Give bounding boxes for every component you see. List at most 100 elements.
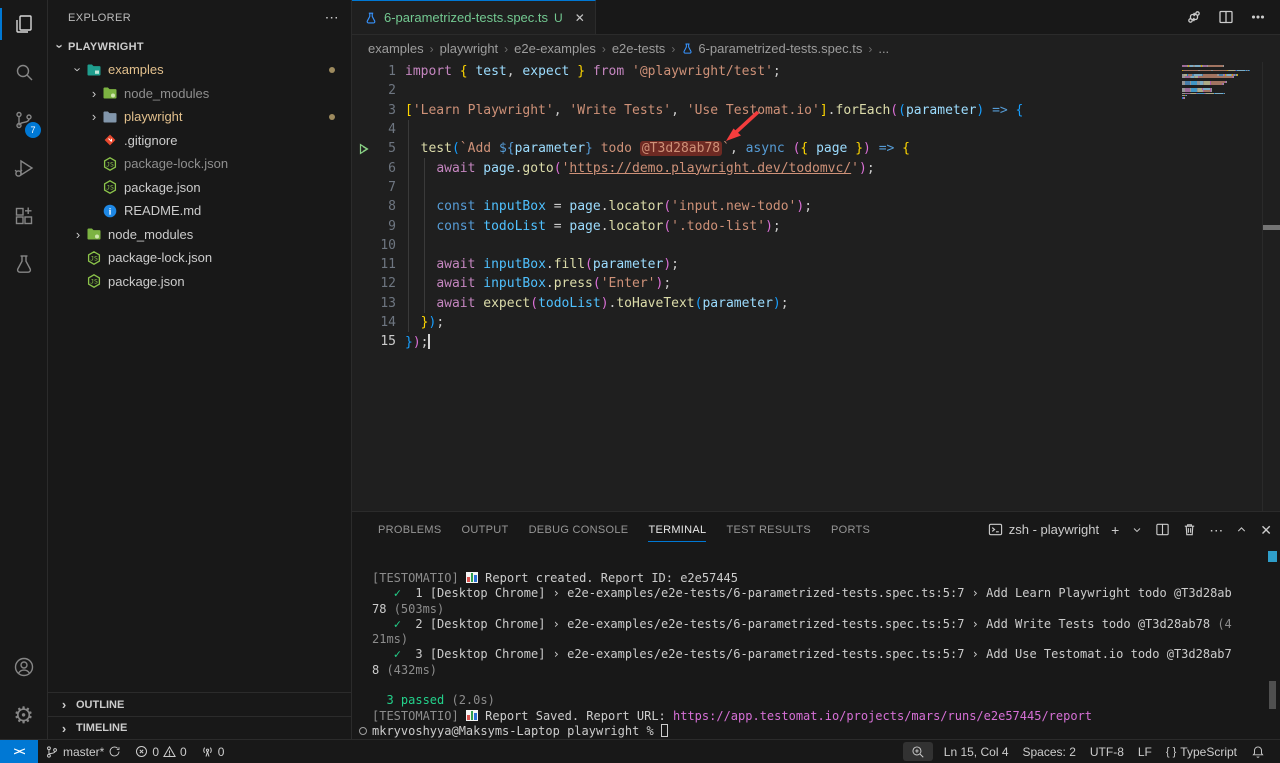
tree-item-package-json[interactable]: ›JSpackage.json [48, 176, 351, 200]
kill-terminal-icon[interactable] [1182, 522, 1197, 537]
testing-icon[interactable] [0, 240, 47, 288]
indentation-item[interactable]: Spaces: 2 [1016, 740, 1083, 763]
search-icon[interactable] [0, 48, 47, 96]
tree-item-package-json[interactable]: ›JSpackage.json [48, 270, 351, 294]
settings-gear-icon[interactable]: ⚙ [0, 691, 47, 739]
code-line-5[interactable]: 5 test(`Add ${parameter} todo @T3d28ab78… [352, 139, 1280, 158]
encoding-item[interactable]: UTF-8 [1083, 740, 1131, 763]
zoom-indicator[interactable] [903, 742, 933, 761]
maximize-panel-icon[interactable] [1235, 523, 1248, 536]
code-text: const todoList = page.locator('.todo-lis… [396, 219, 781, 234]
code-editor[interactable]: 1import { test, expect } from '@playwrig… [352, 62, 1280, 511]
breadcrumb-more[interactable]: ... [878, 41, 889, 56]
code-line-11[interactable]: 11 await inputBox.fill(parameter); [352, 255, 1280, 274]
problems-item[interactable]: 0 0 [128, 740, 193, 763]
terminal-line: ✓ 2 [Desktop Chrome] › e2e-examples/e2e-… [372, 617, 1280, 632]
language-item[interactable]: { } TypeScript [1159, 740, 1244, 763]
editor-column: 6-parametrized-tests.spec.ts U ✕ example… [352, 0, 1280, 739]
run-debug-icon[interactable] [0, 144, 47, 192]
more-actions-icon[interactable] [1250, 9, 1266, 25]
panel-tab-test-results[interactable]: TEST RESULTS [716, 512, 821, 547]
sidebar-title: EXPLORER [68, 12, 131, 24]
code-line-14[interactable]: 14 }); [352, 313, 1280, 332]
panel-tab-output[interactable]: OUTPUT [452, 512, 519, 547]
code-line-15[interactable]: 15}); [352, 332, 1280, 351]
ports-item[interactable]: 0 [194, 740, 232, 763]
terminal-title[interactable]: zsh - playwright [988, 522, 1099, 537]
breadcrumb-e2e-examples[interactable]: e2e-examples [514, 41, 596, 56]
line-number: 9 [352, 219, 396, 234]
breadcrumb-examples[interactable]: examples [368, 41, 424, 56]
minimap[interactable] [1182, 65, 1260, 99]
terminal-output[interactable]: [TESTOMATIO] Report created. Report ID: … [352, 547, 1280, 739]
code-line-10[interactable]: 10 [352, 236, 1280, 255]
breadcrumb-playwright[interactable]: playwright [440, 41, 499, 56]
code-line-2[interactable]: 2 [352, 81, 1280, 100]
breadcrumb: examples›playwright›e2e-examples›e2e-tes… [352, 35, 1280, 62]
tree-item-node-modules[interactable]: ›node_modules [48, 82, 351, 106]
code-line-13[interactable]: 13 await expect(todoList).toHaveText(par… [352, 294, 1280, 313]
breadcrumb-e2e-tests[interactable]: e2e-tests [612, 41, 665, 56]
new-terminal-icon[interactable]: + [1111, 523, 1119, 537]
readme-icon: i [102, 203, 118, 219]
command-decoration-circle[interactable] [359, 727, 367, 735]
breadcrumb-separator: › [671, 42, 675, 56]
panel-tab-problems[interactable]: PROBLEMS [368, 512, 452, 547]
tab-6-parametrized-tests[interactable]: 6-parametrized-tests.spec.ts U ✕ [352, 0, 596, 34]
cursor-position-item[interactable]: Ln 15, Col 4 [937, 740, 1016, 763]
tree-item-label: package.json [108, 274, 185, 289]
tree-item-package-lock-json[interactable]: ›JSpackage-lock.json [48, 246, 351, 270]
close-tab-icon[interactable]: ✕ [575, 11, 585, 25]
indent-guide [408, 274, 409, 293]
split-terminal-icon[interactable] [1155, 522, 1170, 537]
tree-item-node-modules[interactable]: ›node_modules [48, 223, 351, 247]
close-panel-icon[interactable]: ✕ [1260, 523, 1272, 537]
tab-label: 6-parametrized-tests.spec.ts [384, 10, 548, 25]
code-line-3[interactable]: 3['Learn Playwright', 'Write Tests', 'Us… [352, 101, 1280, 120]
tree-item-readme-md[interactable]: ›iREADME.md [48, 199, 351, 223]
code-line-4[interactable]: 4 [352, 120, 1280, 139]
timeline-section[interactable]: › TIMELINE [48, 716, 351, 739]
code-line-9[interactable]: 9 const todoList = page.locator('.todo-l… [352, 216, 1280, 235]
indent-guide [408, 139, 409, 158]
terminal-dropdown-chevron-icon[interactable] [1131, 524, 1143, 536]
code-line-7[interactable]: 7 [352, 178, 1280, 197]
url-link[interactable]: https://demo.playwright.dev/todomvc/ [569, 161, 851, 176]
explorer-icon[interactable] [0, 0, 47, 48]
tree-item-examples[interactable]: ›examples [48, 58, 351, 82]
panel-tab-terminal[interactable]: TERMINAL [638, 512, 716, 547]
panel-tab-ports[interactable]: PORTS [821, 512, 880, 547]
branch-item[interactable]: master* [38, 740, 128, 763]
tree-item-package-lock-json[interactable]: ›JSpackage-lock.json [48, 152, 351, 176]
sidebar-more-icon[interactable]: ⋯ [325, 9, 339, 26]
split-editor-icon[interactable] [1218, 9, 1234, 25]
code-line-6[interactable]: 6 await page.goto('https://demo.playwrig… [352, 158, 1280, 177]
git-status-badge: U [554, 11, 563, 25]
open-changes-icon[interactable] [1186, 9, 1202, 25]
account-icon[interactable] [0, 643, 47, 691]
eol-item[interactable]: LF [1131, 740, 1159, 763]
chevron-right-icon: › [86, 86, 102, 101]
terminal-scrollbar[interactable] [1268, 549, 1277, 737]
terminal-scroll-thumb[interactable] [1269, 681, 1276, 709]
tree-item-playwright[interactable]: ›playwright [48, 105, 351, 129]
sync-icon [108, 745, 121, 758]
extensions-icon[interactable] [0, 192, 47, 240]
tree-item--gitignore[interactable]: ›.gitignore [48, 129, 351, 153]
report-url-link[interactable]: https://app.testomat.io/projects/mars/ru… [673, 709, 1092, 723]
section-playwright[interactable]: › PLAYWRIGHT [48, 35, 351, 58]
editor-scrollbar[interactable] [1262, 62, 1280, 511]
code-line-8[interactable]: 8 const inputBox = page.locator('input.n… [352, 197, 1280, 216]
line-number: 10 [352, 238, 396, 253]
source-control-icon[interactable]: 7 [0, 96, 47, 144]
notifications-item[interactable] [1244, 740, 1272, 763]
remote-indicator[interactable]: >< [0, 740, 38, 763]
panel-tab-debug-console[interactable]: DEBUG CONSOLE [519, 512, 639, 547]
run-test-icon[interactable] [357, 142, 371, 160]
code-line-12[interactable]: 12 await inputBox.press('Enter'); [352, 274, 1280, 293]
panel-more-icon[interactable]: ⋯ [1209, 523, 1223, 537]
code-line-1[interactable]: 1import { test, expect } from '@playwrig… [352, 62, 1280, 81]
terminal-line [372, 678, 1280, 693]
outline-section[interactable]: › OUTLINE [48, 693, 351, 716]
breadcrumb-file[interactable]: 6-parametrized-tests.spec.ts [681, 41, 862, 56]
